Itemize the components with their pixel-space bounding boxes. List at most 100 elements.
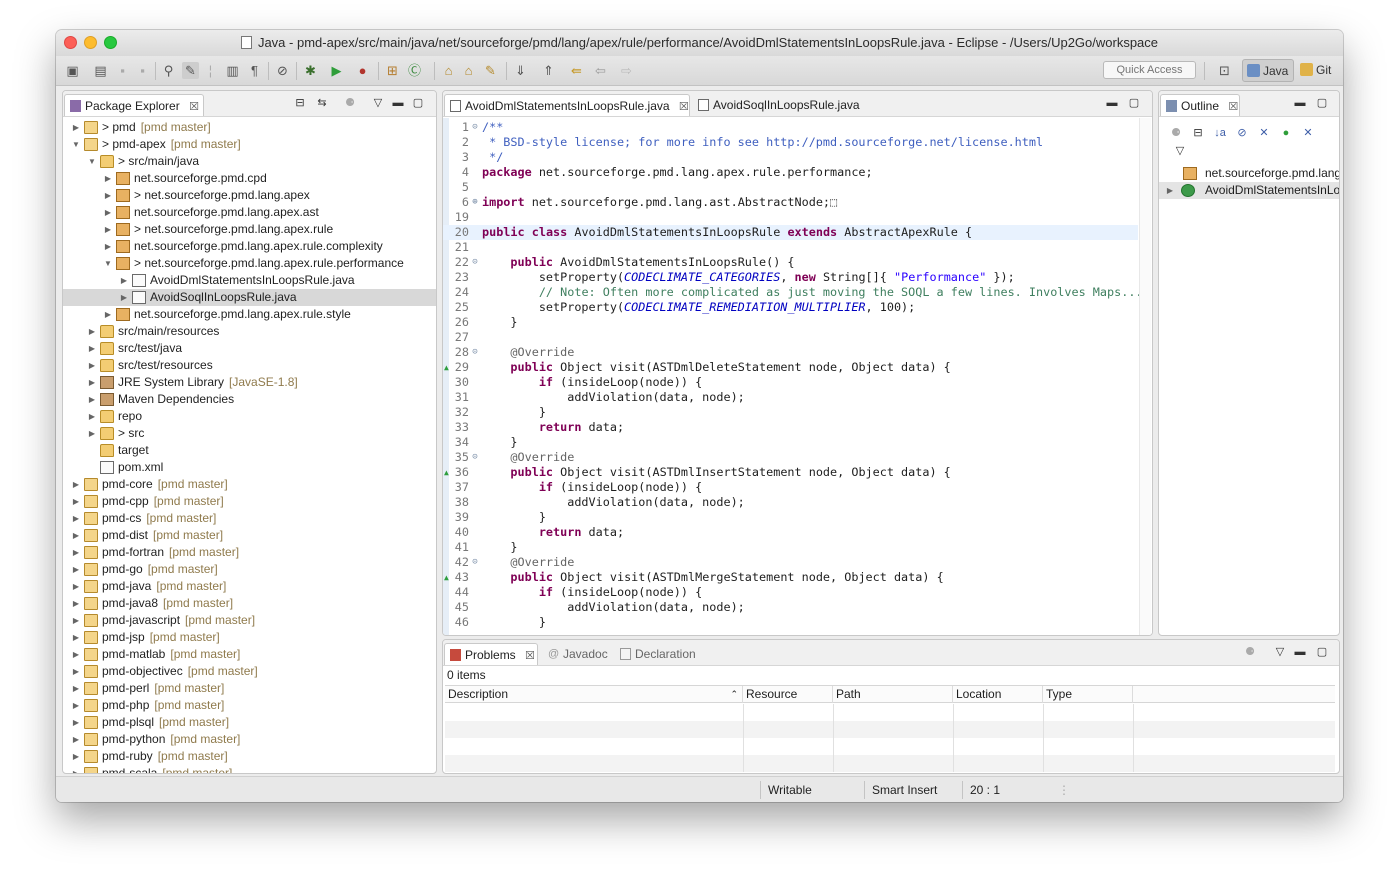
code-editor[interactable]: 1 ⊝/** 2 * BSD-style license; for more inf… <box>443 118 1152 635</box>
tree-item[interactable]: ▶ pmd-go [pmd master] <box>63 561 436 578</box>
collapse-fold-icon[interactable]: ⊝ <box>470 345 480 360</box>
quick-access-input[interactable] <box>1103 61 1196 79</box>
debug-icon[interactable]: ✱ <box>302 62 319 79</box>
outline-view-menu-icon[interactable]: ▽ <box>1173 143 1187 159</box>
minimize-view-icon[interactable]: ▬ <box>1293 95 1307 111</box>
tab-outline[interactable]: Outline ☒ <box>1160 94 1240 116</box>
hide-fields-icon[interactable]: ⊘ <box>1235 125 1249 141</box>
close-icon[interactable]: ☒ <box>1228 96 1238 118</box>
hide-static-icon[interactable]: ✕ <box>1257 125 1271 141</box>
tree-item[interactable]: ▶ AvoidDmlStatementsInLoopsRule.java <box>63 272 436 289</box>
expand-arrow-icon[interactable]: ▶ <box>71 714 81 731</box>
tree-item[interactable]: ▶ net.sourceforge.pmd.cpd <box>63 170 436 187</box>
expand-arrow-icon[interactable]: ▶ <box>71 578 81 595</box>
java-perspective-button[interactable]: Java <box>1242 59 1294 82</box>
expand-arrow-icon[interactable]: ▶ <box>103 204 113 221</box>
tab-avoid-dml-editor[interactable]: AvoidDmlStatementsInLoopsRule.java ☒ <box>444 94 690 116</box>
tab-problems[interactable]: Problems ☒ <box>444 643 538 665</box>
tree-item[interactable]: ▶ pmd-jsp [pmd master] <box>63 629 436 646</box>
tree-item[interactable]: ▶ > pmd [pmd master] <box>63 119 436 136</box>
minimize-window-button[interactable] <box>84 36 97 49</box>
external-tools-icon[interactable]: ● <box>354 62 371 79</box>
collapse-fold-icon[interactable]: ⊝ <box>470 120 480 135</box>
tree-item[interactable]: ▶ AvoidSoqlInLoopsRule.java <box>63 289 436 306</box>
zoom-window-button[interactable] <box>104 36 117 49</box>
vertical-scrollbar[interactable] <box>1139 118 1151 635</box>
minimize-view-icon[interactable]: ▬ <box>391 95 405 111</box>
collapse-fold-icon[interactable]: ⊝ <box>470 255 480 270</box>
focus-on-active-task-icon[interactable]: ⚈ <box>343 95 357 111</box>
expand-arrow-icon[interactable]: ▶ <box>71 697 81 714</box>
expand-arrow-icon[interactable]: ▶ <box>71 612 81 629</box>
open-task-icon[interactable]: ⌂ <box>460 62 477 79</box>
collapse-all-icon[interactable]: ⊟ <box>1191 125 1205 141</box>
hide-non-public-icon[interactable]: ● <box>1279 125 1293 141</box>
tree-item[interactable]: ▶ pmd-plsql [pmd master] <box>63 714 436 731</box>
hide-local-types-icon[interactable]: ✕ <box>1301 125 1315 141</box>
expand-arrow-icon[interactable]: ▶ <box>87 340 97 357</box>
focus-icon[interactable]: ⚈ <box>1169 125 1183 141</box>
expand-arrow-icon[interactable]: ▶ <box>87 391 97 408</box>
close-icon[interactable]: ☒ <box>679 96 689 118</box>
collapse-all-icon[interactable]: ⊟ <box>293 95 307 111</box>
run-icon[interactable]: ▶ <box>328 62 345 79</box>
tab-declaration[interactable]: Declaration <box>615 643 711 665</box>
tree-item[interactable]: ▼ > net.sourceforge.pmd.lang.apex.rule.pe… <box>63 255 436 272</box>
forward-icon[interactable]: ⇨ <box>618 62 635 79</box>
tree-item[interactable]: ▶ pmd-cpp [pmd master] <box>63 493 436 510</box>
expand-arrow-icon[interactable]: ▶ <box>87 374 97 391</box>
expand-arrow-icon[interactable]: ▶ <box>71 646 81 663</box>
link-with-editor-icon[interactable]: ⇆ <box>315 95 329 111</box>
tree-item[interactable]: ▶ pmd-java [pmd master] <box>63 578 436 595</box>
expand-arrow-icon[interactable]: ▶ <box>103 170 113 187</box>
tree-item[interactable]: ▶ pmd-php [pmd master] <box>63 697 436 714</box>
git-perspective-button[interactable]: Git <box>1296 59 1336 82</box>
block-selection-icon[interactable]: ¦ <box>202 62 219 79</box>
tab-javadoc[interactable]: @ Javadoc <box>543 643 613 665</box>
expand-arrow-icon[interactable]: ▶ <box>71 527 81 544</box>
tree-item[interactable]: ▶ pmd-dist [pmd master] <box>63 527 436 544</box>
new-icon[interactable]: ▣ <box>64 62 81 79</box>
expand-arrow-icon[interactable]: ▶ <box>119 289 129 306</box>
tree-item[interactable]: ▼ > pmd-apex [pmd master] <box>63 136 436 153</box>
show-whitespace-icon[interactable]: ¶ <box>246 62 263 79</box>
tree-item[interactable]: ▶ net.sourceforge.pmd.lang.apex.rule.styl… <box>63 306 436 323</box>
tab-package-explorer[interactable]: Package Explorer ☒ <box>64 94 204 116</box>
expand-arrow-icon[interactable]: ▶ <box>1165 182 1175 199</box>
expand-arrow-icon[interactable]: ▶ <box>71 731 81 748</box>
outline-item-class[interactable]: ▶ AvoidDmlStatementsInLoopsRule <box>1159 182 1339 199</box>
column-description[interactable]: Description ⌃ <box>445 686 743 703</box>
tree-item[interactable]: ▶ src/main/resources <box>63 323 436 340</box>
minimize-view-icon[interactable]: ▬ <box>1293 644 1307 660</box>
expand-arrow-icon[interactable]: ▶ <box>119 272 129 289</box>
collapse-fold-icon[interactable]: ⊝ <box>470 555 480 570</box>
expand-arrow-icon[interactable]: ▶ <box>71 544 81 561</box>
word-wrap-icon[interactable]: ▥ <box>224 62 241 79</box>
sort-icon[interactable]: ↓a <box>1213 125 1227 141</box>
close-icon[interactable]: ☒ <box>525 645 535 667</box>
expand-arrow-icon[interactable]: ▶ <box>103 306 113 323</box>
last-edit-location-icon[interactable]: ⇚ <box>568 62 585 79</box>
column-type[interactable]: Type <box>1043 686 1133 703</box>
mark-occurrences-icon[interactable]: ✎ <box>182 62 199 79</box>
column-resource[interactable]: Resource <box>743 686 833 703</box>
tree-item[interactable]: ▶ JRE System Library [JavaSE-1.8] <box>63 374 436 391</box>
tree-item[interactable]: ▶ Maven Dependencies <box>63 391 436 408</box>
expand-arrow-icon[interactable]: ▶ <box>71 748 81 765</box>
tree-item[interactable]: ▶ repo <box>63 408 436 425</box>
back-icon[interactable]: ⇦ <box>592 62 609 79</box>
tree-item[interactable]: ▼ > src/main/java <box>63 153 436 170</box>
expand-fold-icon[interactable]: ⊕ <box>470 195 480 210</box>
column-path[interactable]: Path <box>833 686 953 703</box>
new-class-icon[interactable]: Ⓒ <box>406 62 423 79</box>
new-project-icon[interactable]: ▤ <box>92 62 109 79</box>
tree-item[interactable]: ▶ pmd-matlab [pmd master] <box>63 646 436 663</box>
tree-item[interactable]: ▶ > net.sourceforge.pmd.lang.apex <box>63 187 436 204</box>
tree-item[interactable]: ▶ > src <box>63 425 436 442</box>
close-window-button[interactable] <box>64 36 77 49</box>
collapse-arrow-icon[interactable]: ▼ <box>87 153 97 170</box>
expand-arrow-icon[interactable]: ▶ <box>103 238 113 255</box>
expand-arrow-icon[interactable]: ▶ <box>87 425 97 442</box>
tree-item[interactable]: ▶ pmd-cs [pmd master] <box>63 510 436 527</box>
expand-arrow-icon[interactable]: ▶ <box>71 765 81 773</box>
